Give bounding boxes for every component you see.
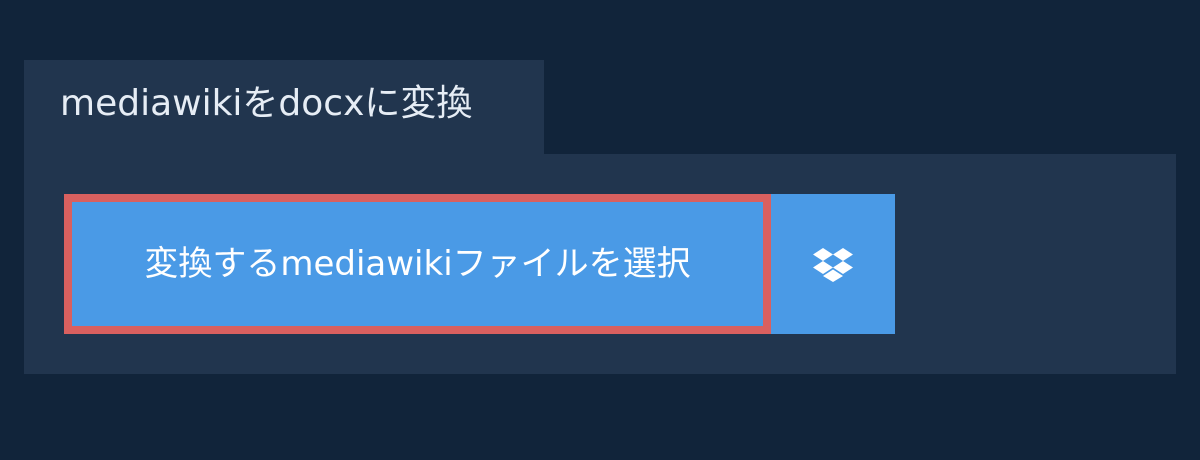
dropbox-icon — [813, 248, 853, 282]
page: mediawikiをdocxに変換 変換するmediawikiファイルを選択 — [0, 0, 1200, 460]
upload-panel: 変換するmediawikiファイルを選択 — [24, 154, 1176, 374]
select-file-button[interactable]: 変換するmediawikiファイルを選択 — [64, 194, 771, 334]
select-file-label: 変換するmediawikiファイルを選択 — [144, 244, 691, 284]
title-tab: mediawikiをdocxに変換 — [24, 60, 544, 154]
page-title: mediawikiをdocxに変換 — [60, 83, 473, 124]
dropbox-button[interactable] — [771, 194, 895, 334]
